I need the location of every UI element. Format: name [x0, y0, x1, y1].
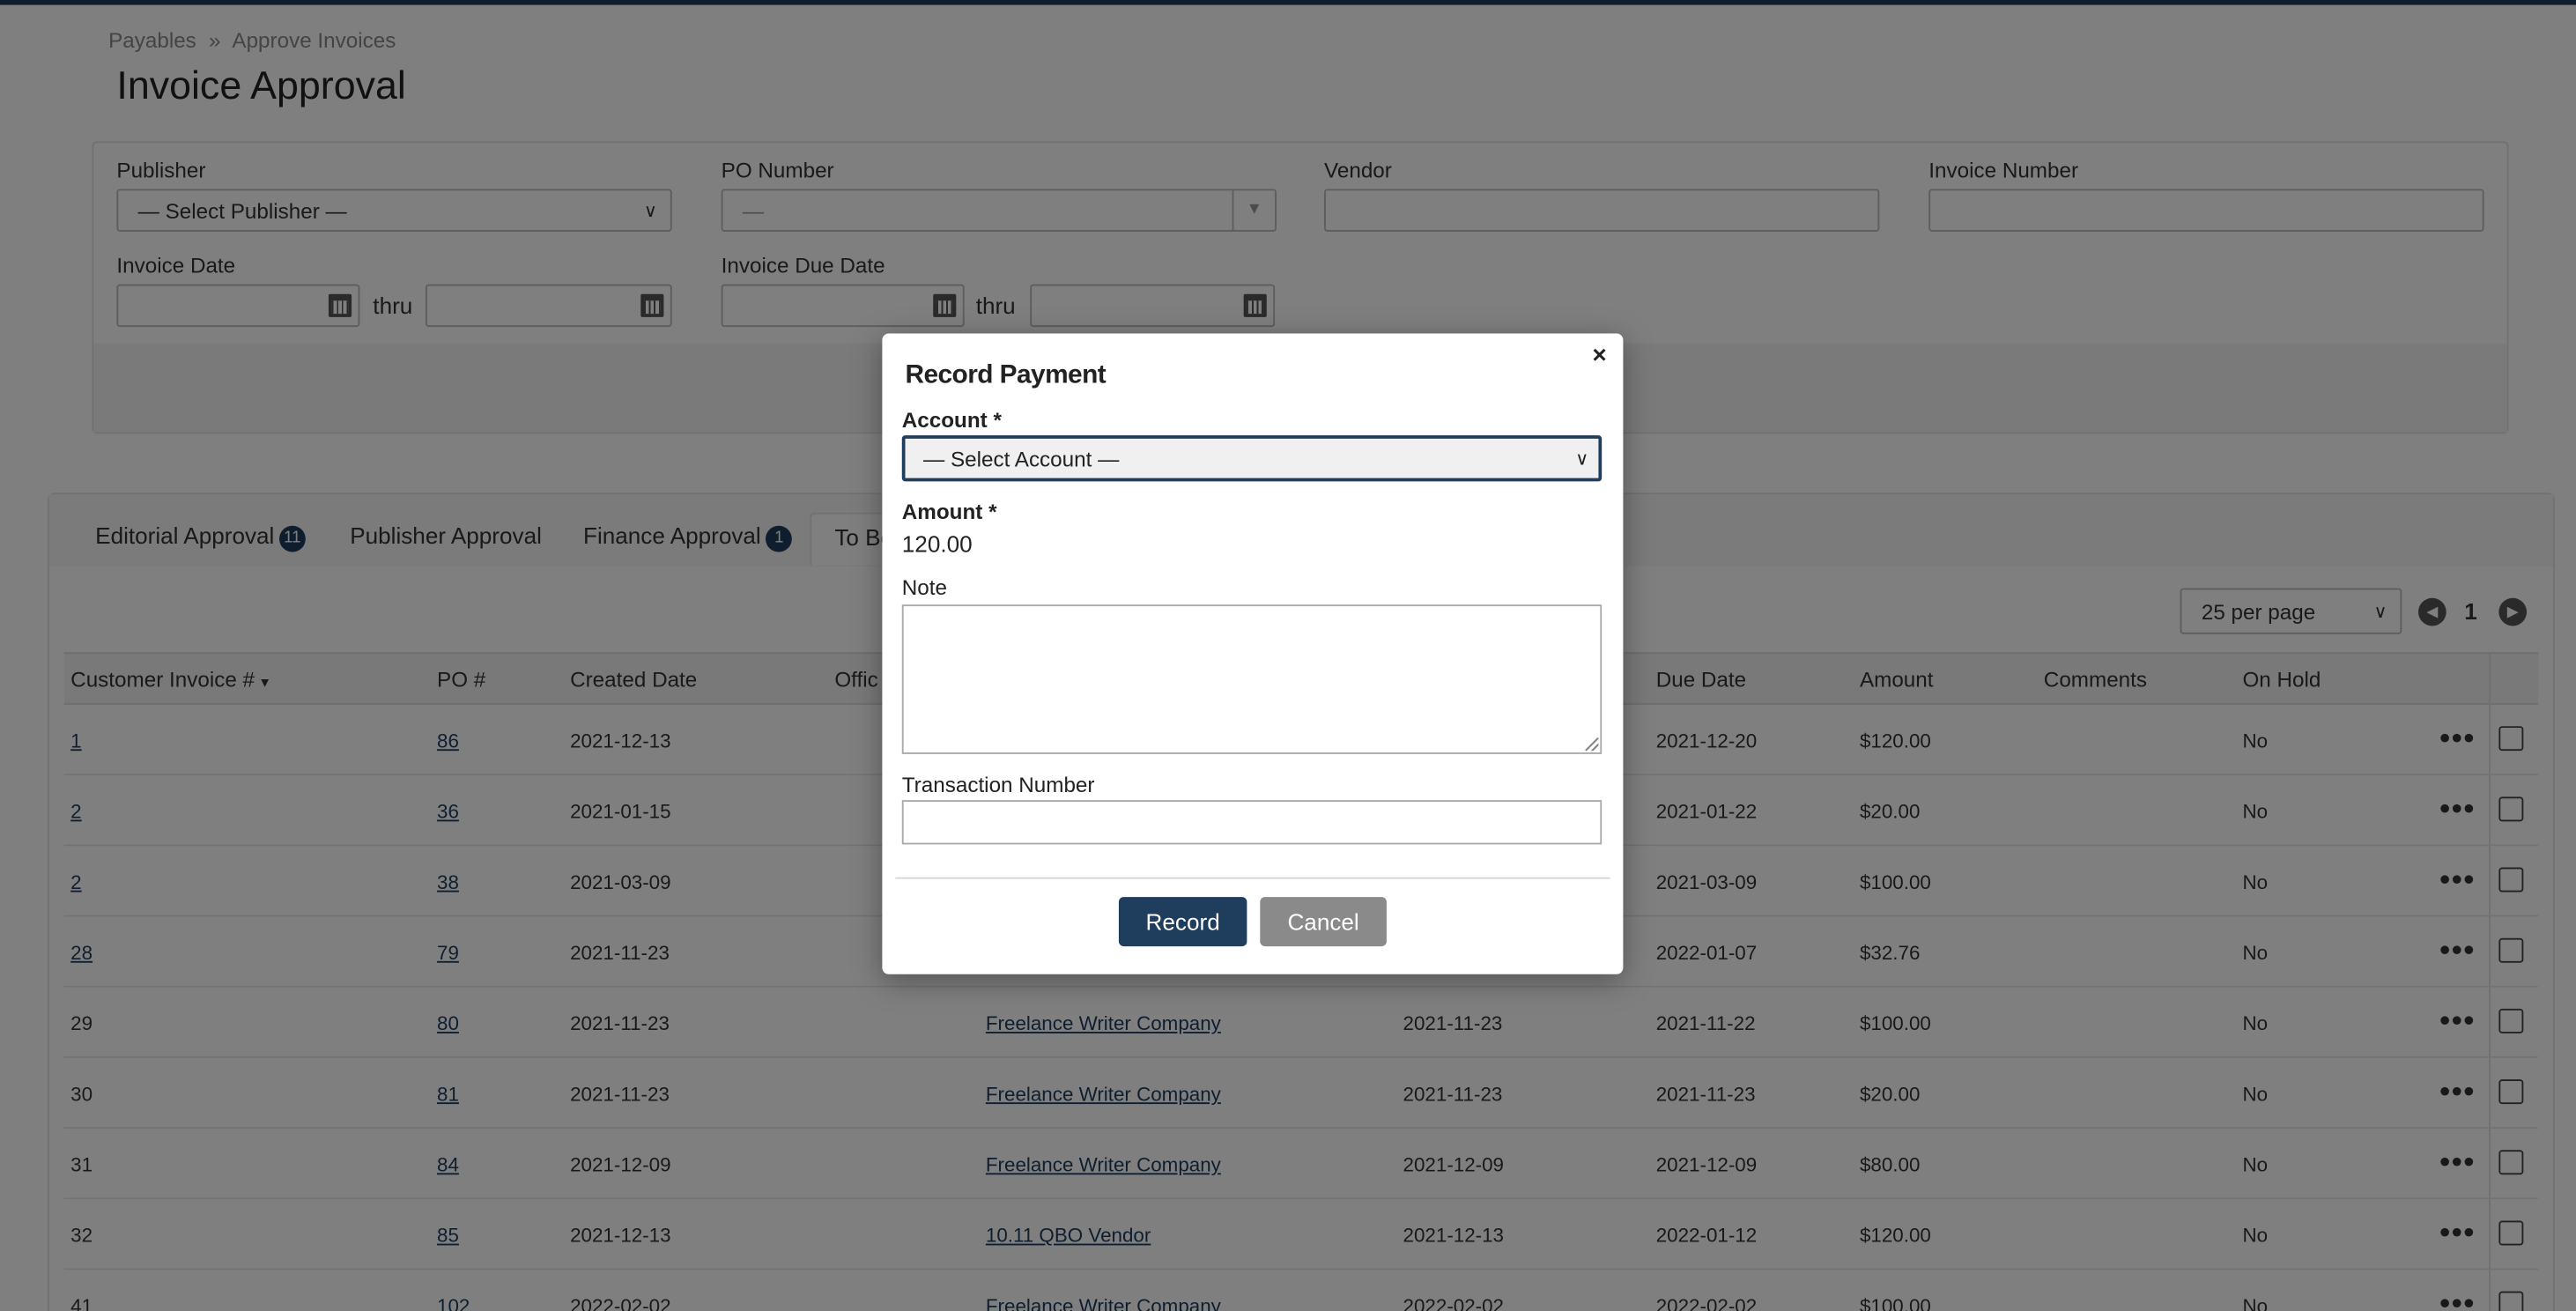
account-select-value: — Select Account — — [923, 447, 1120, 472]
account-label: Account * — [901, 407, 1002, 433]
amount-label: Amount * — [901, 499, 997, 524]
modal-title: Record Payment — [905, 361, 1107, 389]
note-textarea[interactable] — [901, 604, 1603, 754]
record-button[interactable]: Record — [1118, 897, 1247, 947]
record-payment-modal: × Record Payment Account * — Select Acco… — [882, 333, 1624, 974]
transaction-number-label: Transaction Number — [901, 772, 1095, 797]
note-label: Note — [901, 574, 947, 600]
close-icon[interactable]: × — [1592, 342, 1606, 370]
amount-value: 120.00 — [901, 530, 973, 558]
modal-footer-divider — [895, 877, 1610, 879]
chevron-down-icon: ∨ — [1575, 449, 1589, 470]
cancel-button[interactable]: Cancel — [1260, 897, 1387, 947]
app-stage: Payables » Approve Invoices Invoice Appr… — [0, 0, 2576, 1311]
account-select[interactable]: — Select Account — ∨ — [901, 435, 1603, 482]
resize-handle-icon[interactable] — [1585, 737, 1599, 752]
transaction-number-input[interactable] — [901, 800, 1603, 845]
